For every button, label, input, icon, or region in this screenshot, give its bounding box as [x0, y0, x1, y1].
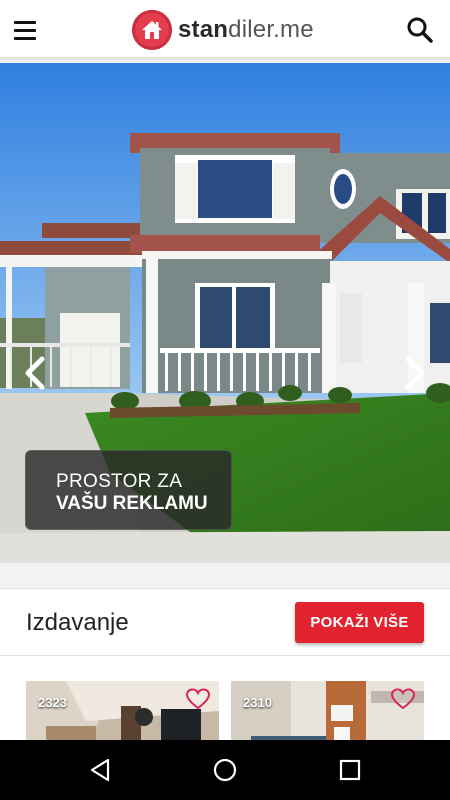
house-logo-icon [132, 10, 172, 50]
search-icon[interactable] [406, 16, 434, 44]
carousel-next-icon[interactable] [400, 353, 430, 393]
hero-carousel[interactable]: PROSTOR ZA VAŠU REKLAMU [0, 63, 450, 563]
ad-text-line-2: VAŠU REKLAMU [56, 493, 208, 514]
favorite-heart-icon[interactable] [390, 687, 416, 711]
logo-wordmark: standiler.me [178, 16, 314, 44]
hamburger-menu-icon[interactable] [14, 16, 44, 44]
ad-space-banner[interactable]: PROSTOR ZA VAŠU REKLAMU [25, 450, 232, 530]
logo-text-rest: diler.me [228, 16, 314, 43]
system-navigation-bar [0, 740, 450, 800]
home-circle-icon[interactable] [210, 755, 240, 785]
section-title: Izdavanje [26, 609, 129, 636]
back-triangle-icon[interactable] [86, 755, 116, 785]
section-divider [0, 655, 450, 656]
site-logo[interactable]: standiler.me [132, 10, 314, 50]
show-more-button[interactable]: POKAŽI VIŠE [295, 602, 424, 643]
top-app-bar: standiler.me [0, 0, 450, 60]
rental-section: Izdavanje POKAŽI VIŠE 2323 2310 [0, 588, 450, 751]
app-screen: standiler.me PROSTOR ZA VAŠU REKLAMU Izd… [0, 0, 450, 800]
carousel-prev-icon[interactable] [20, 353, 50, 393]
logo-text-bold: stan [178, 16, 229, 43]
recent-apps-square-icon[interactable] [335, 755, 365, 785]
favorite-heart-icon[interactable] [185, 687, 211, 711]
ad-text-line-1: PROSTOR ZA [56, 471, 183, 492]
listing-id: 2323 [38, 695, 67, 710]
listing-id: 2310 [243, 695, 272, 710]
